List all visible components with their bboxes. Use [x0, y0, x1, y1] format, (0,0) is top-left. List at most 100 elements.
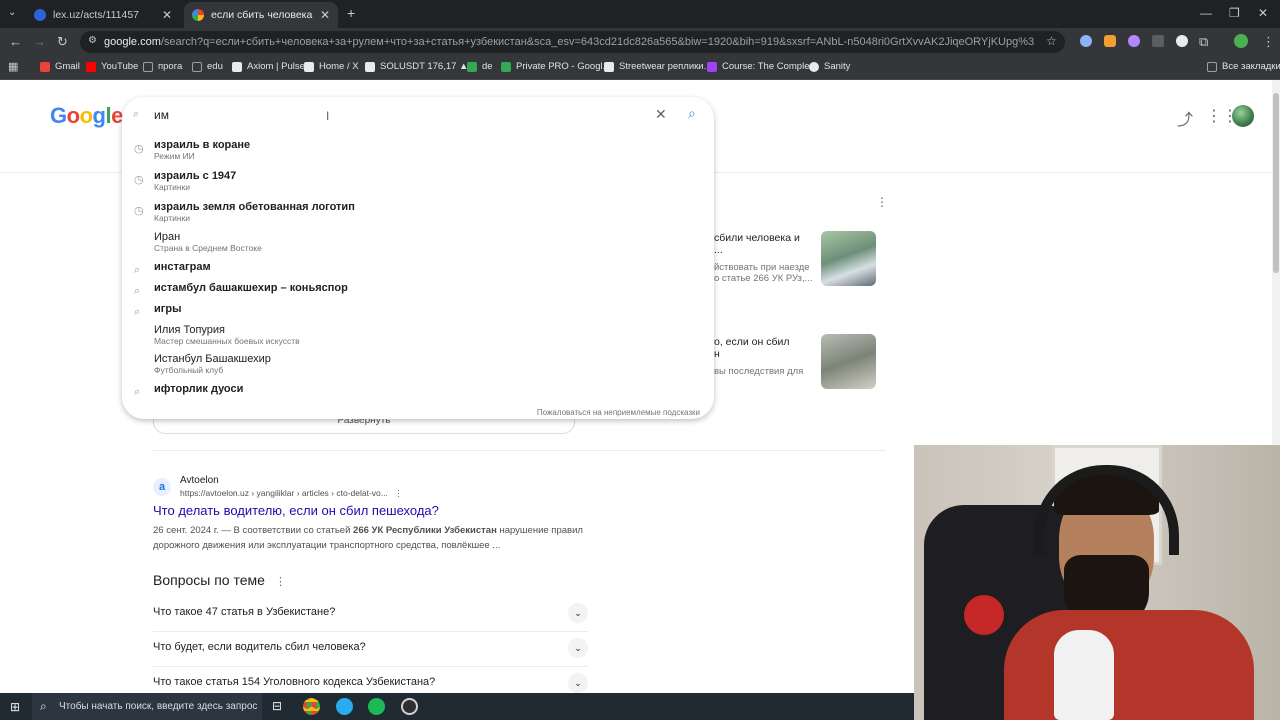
- bookmark-youtube[interactable]: YouTube: [86, 61, 138, 72]
- result-url[interactable]: https://avtoelon.uz › yangiliklar › arti…: [180, 488, 403, 499]
- extension-icon[interactable]: [1104, 35, 1116, 47]
- bookmark-star-icon[interactable]: ☆: [1046, 34, 1057, 48]
- extension-icon[interactable]: [1152, 35, 1164, 47]
- menu-dots-icon[interactable]: ⋮: [1262, 34, 1275, 50]
- task-view-icon[interactable]: ⊟: [272, 699, 282, 713]
- chevron-down-icon[interactable]: ⌄: [568, 673, 588, 693]
- extensions-puzzle-icon[interactable]: ⧉: [1199, 34, 1208, 50]
- search-icon: ⌕: [134, 264, 141, 276]
- tab-close-icon[interactable]: ✕: [320, 8, 330, 22]
- tab-title: lex.uz/acts/111457: [53, 9, 139, 21]
- question-item[interactable]: Что будет, если водитель сбил человека? …: [153, 631, 588, 667]
- back-icon[interactable]: ←: [9, 34, 22, 49]
- taskbar-search[interactable]: ⌕ Чтобы начать поиск, введите здесь запр…: [32, 693, 262, 720]
- search-submit-icon[interactable]: ⌕: [688, 105, 696, 122]
- windows-start-icon[interactable]: ⊞: [10, 700, 20, 714]
- all-bookmarks[interactable]: Все закладки: [1207, 61, 1280, 72]
- taskbar: ⊞ ⌕ Чтобы начать поиск, введите здесь за…: [0, 693, 914, 720]
- suggestion-item[interactable]: ◷ израиль земля обетованная логотип Карт…: [122, 201, 714, 223]
- search-input[interactable]: им: [154, 108, 169, 122]
- telegram-icon[interactable]: [336, 698, 353, 715]
- scrollbar-thumb[interactable]: [1273, 93, 1279, 273]
- extension-icon[interactable]: [1080, 35, 1092, 47]
- url-text: google.com/search?q=если+сбить+человека+…: [104, 36, 1034, 48]
- result-title-link[interactable]: Что делать водителю, если он сбил пешехо…: [153, 503, 439, 518]
- share-icon[interactable]: ⤴: [1177, 106, 1193, 130]
- suggestion-item[interactable]: ◷ израиль в коране Режим ИИ: [122, 139, 714, 161]
- bookmark-solusdt[interactable]: SOLUSDT 176,17 ▲...: [365, 61, 476, 72]
- history-icon: ◷: [134, 143, 144, 155]
- tab-close-icon[interactable]: ✕: [162, 8, 172, 22]
- restore-icon[interactable]: ❐: [1229, 6, 1240, 20]
- bookmark-course[interactable]: Course: The Comple...: [707, 61, 817, 72]
- result-site-name[interactable]: Avtoelon: [180, 475, 219, 486]
- suggestion-item[interactable]: ⌕ ифторлик дуоси: [122, 383, 714, 405]
- google-favicon-icon: [192, 9, 204, 21]
- result-favicon: a: [153, 478, 171, 496]
- search-icon: ⌕: [134, 285, 141, 297]
- suggestion-item[interactable]: Иран Страна в Среднем Востоке: [122, 231, 714, 253]
- obs-icon[interactable]: [401, 698, 418, 715]
- search-icon: ⌕: [134, 306, 141, 318]
- card-thumbnail[interactable]: [821, 334, 876, 389]
- tab-google-search[interactable]: если сбить человека за рулем ✕: [184, 2, 338, 28]
- person-body: [1004, 610, 1254, 720]
- history-icon: ◷: [134, 174, 144, 186]
- bookmark-private-pro[interactable]: Private PRO - Googl...: [501, 61, 611, 72]
- chevron-down-icon[interactable]: ⌄: [568, 638, 588, 658]
- bookmark-axiom[interactable]: Axiom | Pulse: [232, 61, 305, 72]
- card-thumbnail[interactable]: [821, 231, 876, 286]
- profile-avatar-icon[interactable]: [1234, 34, 1248, 48]
- minimize-icon[interactable]: —: [1200, 6, 1212, 20]
- forward-icon[interactable]: →: [33, 34, 46, 49]
- bookmark-x[interactable]: Home / X: [304, 61, 359, 72]
- bookmark-gmail[interactable]: Gmail: [40, 61, 80, 72]
- more-options-icon: ⋮: [394, 488, 403, 498]
- suggestion-item[interactable]: ◷ израиль с 1947 Картинки: [122, 170, 714, 192]
- suggestion-item[interactable]: Истанбул Башакшехир Футбольный клуб: [122, 353, 714, 375]
- search-box: ⌕ им I ✕ ⌕ ◷ израиль в коране Режим ИИ ◷…: [122, 97, 714, 419]
- apps-grid-icon[interactable]: ▦: [8, 60, 18, 73]
- account-avatar[interactable]: [1232, 105, 1254, 127]
- suggestion-item[interactable]: ⌕ игры: [122, 303, 714, 325]
- question-item[interactable]: Что такое 47 статья в Узбекистане? ⌄: [153, 596, 588, 632]
- chevron-down-icon[interactable]: ⌄: [568, 603, 588, 623]
- address-bar[interactable]: ⚙ google.com/search?q=если+сбить+человек…: [80, 31, 1065, 53]
- extension-icon[interactable]: [1128, 35, 1140, 47]
- spotify-icon[interactable]: [368, 698, 385, 715]
- clear-search-icon[interactable]: ✕: [655, 106, 667, 123]
- tab-title: если сбить человека за рулем: [211, 9, 314, 21]
- suggestion-item[interactable]: ⌕ инстаграм: [122, 261, 714, 283]
- microphone: [1054, 630, 1114, 720]
- bookmark-folder-edu[interactable]: edu: [192, 61, 223, 72]
- result-snippet: 26 сент. 2024 г. — В соответствии со ста…: [153, 525, 583, 551]
- new-tab-icon[interactable]: +: [347, 5, 355, 21]
- google-logo[interactable]: Google: [50, 103, 123, 129]
- tab-favicon-icon: [34, 9, 46, 21]
- bookmark-folder-proga[interactable]: прога: [143, 61, 182, 72]
- suggestion-item[interactable]: Илия Топурия Мастер смешанных боевых иск…: [122, 324, 714, 346]
- reload-icon[interactable]: ↻: [57, 34, 68, 50]
- site-info-icon[interactable]: ⚙: [88, 35, 97, 46]
- window-close-icon[interactable]: ✕: [1258, 6, 1268, 20]
- tab-lex[interactable]: lex.uz/acts/111457 ✕: [26, 2, 180, 28]
- suggestion-item[interactable]: ⌕ истамбул башакшехир – коньяспор: [122, 282, 714, 304]
- bookmark-sanity[interactable]: Sanity: [809, 61, 850, 72]
- more-options-icon: ⋮: [274, 576, 286, 588]
- bookmark-de[interactable]: de: [467, 61, 493, 72]
- report-suggestions-link[interactable]: Пожаловаться на неприемлемые подсказки: [537, 408, 700, 417]
- webcam-overlay: [914, 445, 1280, 720]
- more-options-icon[interactable]: ⋮: [876, 195, 888, 209]
- related-questions-title: Вопросы по теме ⋮: [153, 572, 286, 588]
- search-icon: ⌕: [134, 386, 141, 398]
- chair-accent: [964, 595, 1004, 635]
- section-divider: [153, 450, 886, 451]
- text-cursor-icon: I: [326, 109, 330, 123]
- extension-icon[interactable]: [1176, 35, 1188, 47]
- search-icon: ⌕: [133, 108, 140, 120]
- tab-strip: ⌄ lex.uz/acts/111457 ✕ если сбить челове…: [0, 0, 1280, 28]
- bookmark-streetwear[interactable]: Streetwear реплики...: [604, 61, 712, 72]
- chrome-icon[interactable]: [303, 698, 320, 715]
- tab-search-icon[interactable]: ⌄: [8, 7, 16, 18]
- history-icon: ◷: [134, 205, 144, 217]
